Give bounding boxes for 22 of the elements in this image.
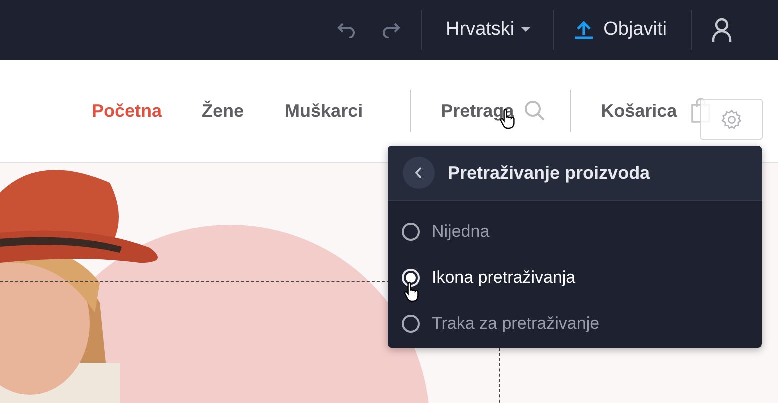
publish-button[interactable]: Objaviti: [574, 19, 667, 41]
nav-link[interactable]: Početna: [92, 100, 162, 122]
option-label[interactable]: Nijedna: [432, 222, 490, 242]
undo-icon[interactable]: [337, 22, 358, 38]
redo-icon[interactable]: [381, 22, 402, 38]
popup-title: Pretraživanje proizvoda: [448, 162, 650, 184]
nav-link[interactable]: Žene: [202, 100, 244, 122]
user-icon[interactable]: [712, 18, 732, 42]
chevron-left-icon: [415, 167, 423, 179]
option-label[interactable]: Traka za pretraživanje: [432, 314, 600, 334]
radio-button[interactable]: [402, 223, 420, 241]
upload-icon: [574, 20, 594, 40]
nav-link[interactable]: Pretraga: [441, 100, 514, 122]
nav-link[interactable]: Muškarci: [285, 100, 364, 122]
caret-icon: [520, 27, 531, 33]
option-label[interactable]: Ikona pretraživanja: [432, 268, 576, 288]
pointer-cursor-icon: [404, 281, 420, 303]
settings-icon: [720, 108, 742, 130]
radio-button[interactable]: [402, 315, 420, 333]
language-dropdown[interactable]: Hrvatski: [446, 19, 531, 41]
back-button[interactable]: [403, 157, 435, 189]
nav-link[interactable]: Košarica: [601, 100, 678, 122]
